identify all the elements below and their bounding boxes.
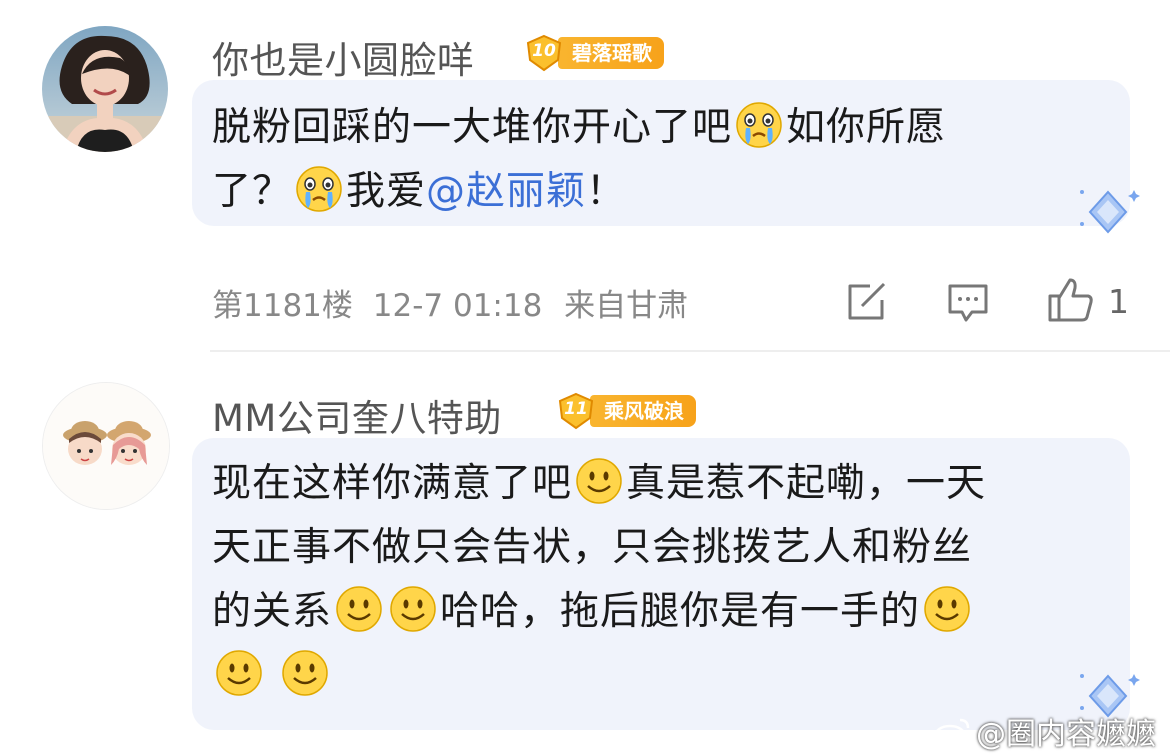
comment-text: 现在这样你满意了吧 真是惹不起嘞，一天 天正事不做只会告状，只会挑拨艺人和粉丝 的… [212,452,1112,708]
smile-emoji-icon [282,650,328,696]
fan-level-badge[interactable]: 10 碧落瑶歌 [524,34,664,72]
comment-2: MM公司奎八特助 11 乘风破浪 现在这样你满意了吧 真是惹不起嘞，一天 天正事不… [0,352,1170,755]
watermark: @圈内容嬷嬷 [932,709,1156,753]
repost-button[interactable] [846,282,888,322]
username[interactable]: 你也是小圆脸咩 [212,30,475,84]
avatar[interactable] [42,382,170,510]
reply-button[interactable] [946,282,990,324]
like-count: 1 [1108,282,1129,321]
comment-meta: 第1181楼 12-7 01:18 来自甘肃 [212,280,688,325]
comment-text: 脱粉回踩的一大堆你开心了吧 如你所愿 了？ 我爱@赵丽颖！ [212,96,1112,224]
badge-title: 碧落瑶歌 [558,37,664,69]
share-icon [848,282,886,320]
like-button[interactable] [1046,276,1096,324]
comment-time: 12-7 01:18 [372,288,543,324]
smile-emoji-icon [216,650,262,696]
crying-emoji-icon [736,102,782,148]
level-shield-icon: 10 [524,34,564,72]
smile-emoji-icon [390,586,436,632]
smile-emoji-icon [924,586,970,632]
comment-icon [948,284,988,322]
weibo-logo-icon [933,718,970,748]
fan-level-badge[interactable]: 11 乘风破浪 [556,392,696,430]
crying-emoji-icon [296,166,342,212]
thumbs-up-icon [1048,278,1093,322]
mention-link[interactable]: @赵丽颖 [426,169,586,214]
comment-location: 来自甘肃 [564,288,689,324]
username[interactable]: MM公司奎八特助 [212,388,502,442]
floor-number: 第1181楼 [212,288,353,324]
level-shield-icon: 11 [556,392,596,430]
comment-1181: 你也是小圆脸咩 10 碧落瑶歌 脱粉回踩的一大堆你开心了吧 如你所愿 了？ 我爱@赵… [0,0,1170,352]
smile-emoji-icon [336,586,382,632]
comment-line: 天正事不做只会告状，只会挑拨艺人和粉丝 [212,525,973,570]
diamond-sparkle-icon [1080,190,1140,234]
smile-emoji-icon [576,458,622,504]
badge-title: 乘风破浪 [590,395,696,427]
avatar[interactable] [42,26,168,152]
